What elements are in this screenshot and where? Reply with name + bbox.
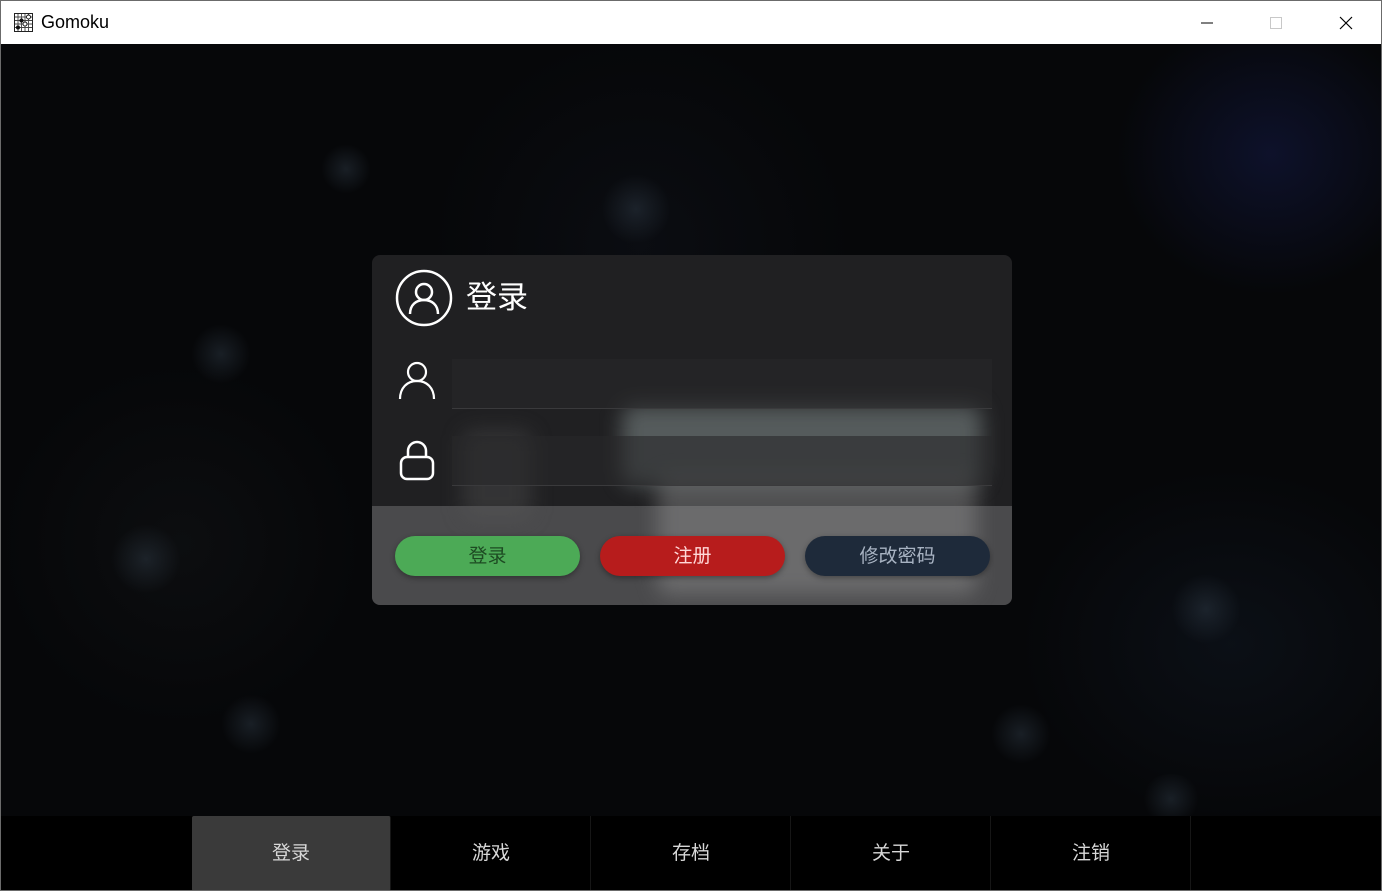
lock-icon bbox=[399, 440, 435, 481]
bokeh-light bbox=[221, 694, 281, 754]
nav-tab-saves[interactable]: 存档 bbox=[592, 816, 791, 890]
app-window: Gomoku 登录 登录 注册 修改密码 登录 游戏 存档 关于 注销 bbox=[0, 0, 1382, 891]
login-button[interactable]: 登录 bbox=[395, 536, 580, 576]
nav-tab-about[interactable]: 关于 bbox=[792, 816, 991, 890]
register-button[interactable]: 注册 bbox=[600, 536, 785, 576]
login-card: 登录 登录 注册 修改密码 bbox=[372, 255, 1012, 605]
change-password-button[interactable]: 修改密码 bbox=[805, 536, 990, 576]
bokeh-light bbox=[601, 174, 671, 244]
nav-tab-logout[interactable]: 注销 bbox=[992, 816, 1191, 890]
close-icon bbox=[1339, 16, 1353, 29]
window-title: Gomoku bbox=[41, 12, 110, 32]
bottom-nav: 登录 游戏 存档 关于 注销 bbox=[1, 816, 1381, 890]
user-icon bbox=[398, 361, 436, 400]
password-input[interactable] bbox=[452, 436, 992, 486]
close-button[interactable] bbox=[1311, 1, 1381, 44]
login-title: 登录 bbox=[466, 280, 528, 316]
maximize-button[interactable] bbox=[1241, 1, 1311, 44]
minimize-icon bbox=[1201, 22, 1213, 23]
blurred-backdrop bbox=[657, 475, 977, 595]
bokeh-light bbox=[191, 324, 251, 384]
minimize-button[interactable] bbox=[1172, 1, 1242, 44]
bokeh-light bbox=[1171, 574, 1241, 644]
nav-tab-login[interactable]: 登录 bbox=[192, 816, 391, 890]
username-input[interactable] bbox=[452, 359, 992, 409]
bokeh-light bbox=[991, 704, 1051, 764]
maximize-icon bbox=[1270, 16, 1282, 29]
bokeh-light bbox=[111, 524, 181, 594]
bokeh-light bbox=[321, 144, 371, 194]
gomoku-board-icon bbox=[14, 13, 33, 32]
title-bar[interactable]: Gomoku bbox=[1, 1, 1381, 44]
user-circle-icon bbox=[395, 269, 453, 327]
nav-tab-game[interactable]: 游戏 bbox=[392, 816, 591, 890]
